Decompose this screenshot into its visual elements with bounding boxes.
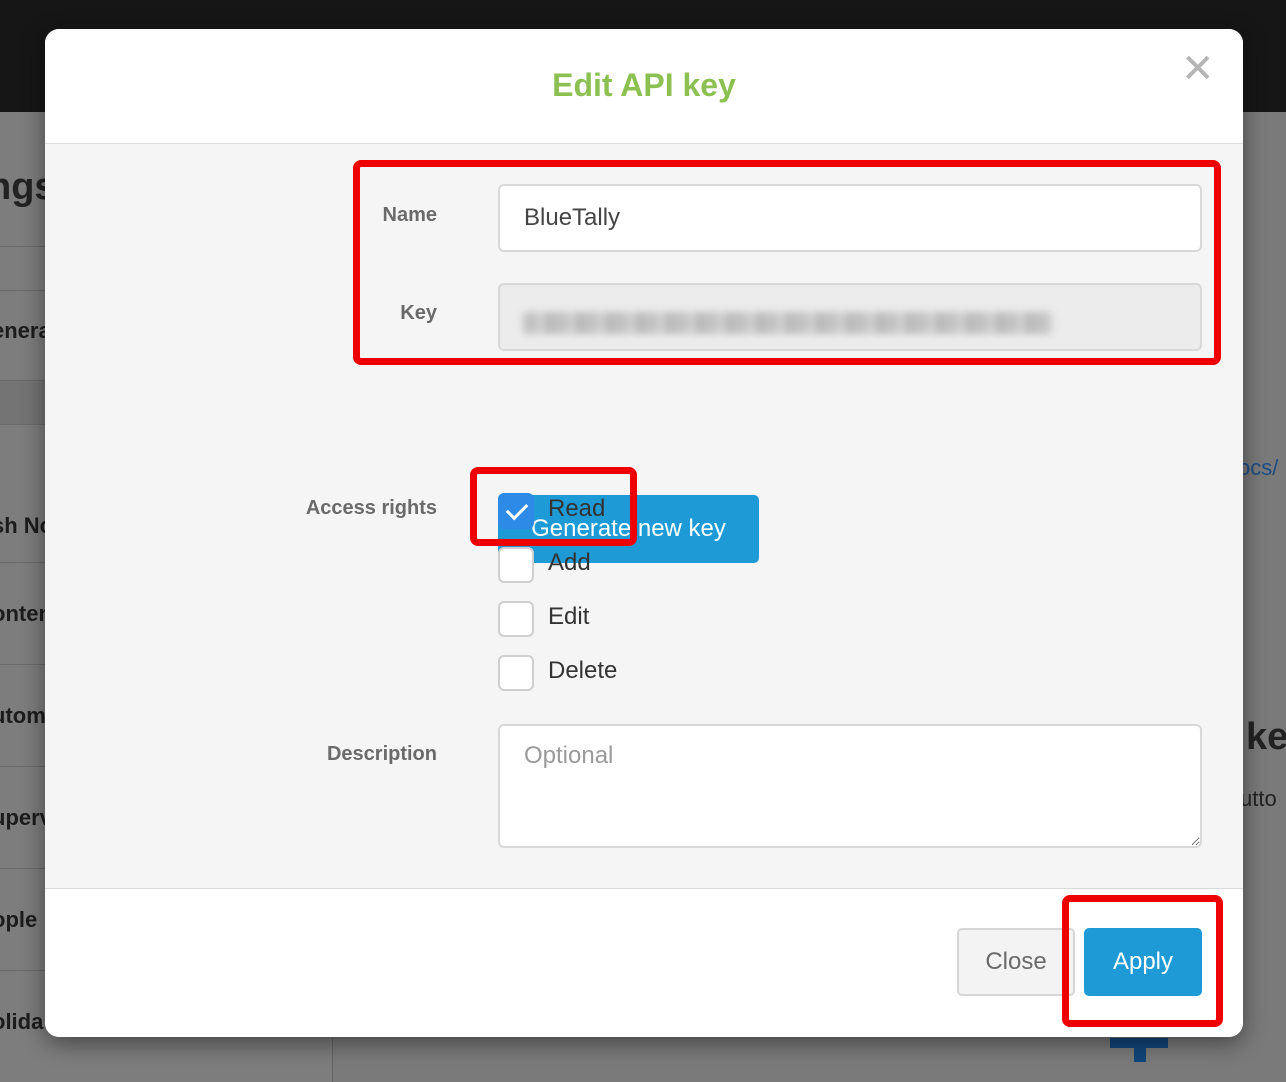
name-label: Name <box>382 204 437 226</box>
background-sidebar-label: olida <box>0 1009 44 1034</box>
background-link: ocs/ <box>1238 455 1279 480</box>
access-rights-label: Access rights <box>305 497 437 519</box>
edit-label[interactable]: Edit <box>548 603 589 631</box>
description-label: Description <box>326 743 437 765</box>
background-sidebar-label: ople <box>0 907 38 932</box>
dialog-title: Edit API key <box>552 67 736 103</box>
description-textarea[interactable] <box>498 724 1202 848</box>
background-right-panel <box>1243 112 1286 1082</box>
background-sidebar-label: enera <box>0 318 51 343</box>
name-input[interactable] <box>498 184 1202 252</box>
background-plus-icon <box>1110 1038 1168 1062</box>
read-checkbox[interactable] <box>498 493 534 529</box>
edit-api-key-dialog: Edit API key ✕ Name Key Generate new key… <box>45 29 1243 1037</box>
background-sidebar-label: utom <box>0 703 46 728</box>
background-heading: ke <box>1246 716 1286 758</box>
close-icon[interactable]: ✕ <box>1181 49 1215 89</box>
blurred-key-value <box>523 312 1053 334</box>
add-checkbox[interactable] <box>498 547 534 583</box>
delete-label[interactable]: Delete <box>548 657 617 685</box>
delete-checkbox[interactable] <box>498 655 534 691</box>
key-label: Key <box>400 302 437 324</box>
edit-checkbox[interactable] <box>498 601 534 637</box>
generate-new-key-button[interactable]: Generate new key <box>498 495 759 563</box>
add-label[interactable]: Add <box>548 549 591 577</box>
background-text: utto <box>1240 786 1277 811</box>
apply-button[interactable]: Apply <box>1084 928 1202 996</box>
read-label[interactable]: Read <box>548 495 605 523</box>
close-button[interactable]: Close <box>957 928 1075 996</box>
dialog-header: Edit API key ✕ <box>45 29 1243 144</box>
